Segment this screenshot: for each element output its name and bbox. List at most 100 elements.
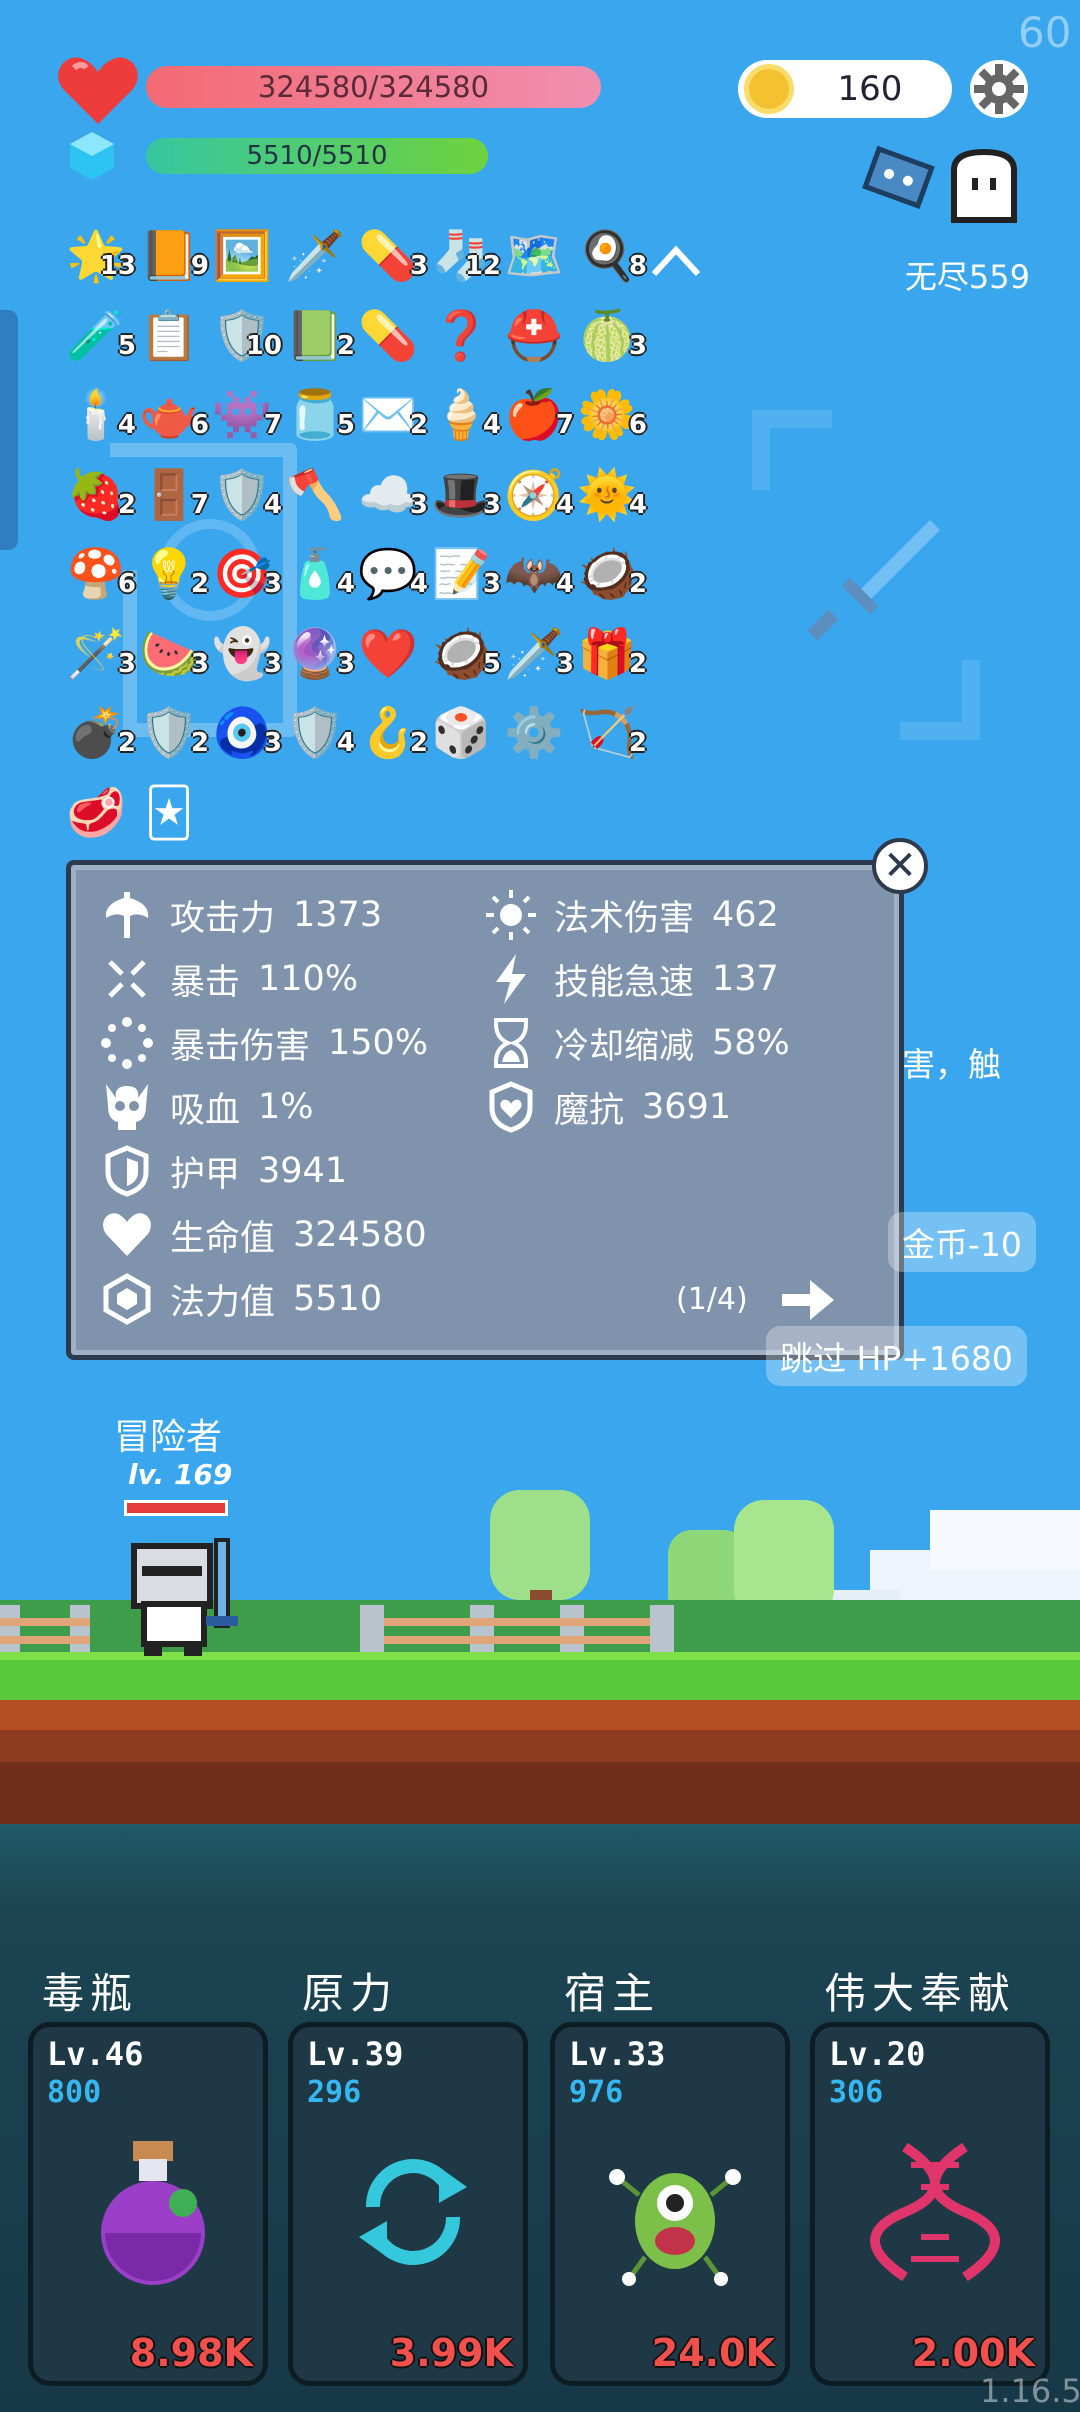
stat-row: 暴击伤害 150% [100,1016,428,1070]
inventory-item[interactable]: 🌞 4 [573,461,647,529]
skill-1-icon [83,2137,223,2287]
inventory-item[interactable]: 🪄 3 [62,620,136,688]
skill-level: Lv.39 [307,2035,404,2073]
inventory-item[interactable]: ❤️ [354,620,422,688]
skill-card[interactable]: Lv.39 296 3.99K [288,2022,528,2386]
item-count: 2 [628,728,647,758]
collapse-chevron-up-icon[interactable] [648,240,704,280]
page-indicator: (1/4) [676,1282,748,1317]
inventory-item[interactable]: 💡 2 [135,540,209,608]
inventory-item[interactable]: 💬 4 [354,540,428,608]
inventory-item[interactable]: 🧦 12 [427,222,501,290]
inventory-item[interactable]: ☁️ 3 [354,461,428,529]
ghost-menu-icon[interactable] [944,146,1024,224]
inventory-item[interactable]: 📙 9 [135,222,209,290]
settings-gear-icon[interactable] [968,58,1030,120]
knight-hero-sprite[interactable] [120,1536,246,1658]
robot-icon[interactable] [860,144,940,214]
inventory-item[interactable]: 🗡️ [281,222,349,290]
inventory-item[interactable]: 🛡️ 10 [208,302,282,370]
inventory-item[interactable]: 🗡️ 3 [500,620,574,688]
item-icon: 🗡️ [504,625,564,682]
inventory-item[interactable]: 🛡️ 4 [208,461,282,529]
inventory-item[interactable]: 🍉 3 [135,620,209,688]
inventory-item[interactable]: 🫖 6 [135,381,209,449]
inventory-item[interactable]: 🍓 2 [62,461,136,529]
inventory-item[interactable]: 🛡️ 2 [135,699,209,767]
inventory-item[interactable]: 🍄 6 [62,540,136,608]
inventory-item[interactable]: 💣 2 [62,699,136,767]
inventory-item[interactable]: 🦇 4 [500,540,574,608]
stat-row: 攻击力 1373 [100,888,382,942]
inventory-item[interactable]: 🛡️ 4 [281,699,355,767]
close-button[interactable]: ✕ [872,838,928,894]
item-icon: ✉️ [358,387,418,443]
stat-value: 3941 [258,1151,348,1191]
skill-card[interactable]: Lv.33 976 24.0K [550,2022,790,2386]
inventory-item[interactable]: 🧿 3 [208,699,282,767]
inventory-item[interactable]: 🪝 2 [354,699,428,767]
inventory-item[interactable]: 🧴 4 [281,540,355,608]
item-count: 3 [409,251,428,281]
item-icon: ❤️ [358,625,418,682]
inventory-item[interactable]: 🎲 [427,699,495,767]
inventory-item[interactable]: 🚪 7 [135,461,209,529]
next-page-arrow-icon[interactable] [780,1276,836,1324]
skill-card[interactable]: Lv.46 800 8.98K [28,2022,268,2386]
item-count: 6 [628,410,647,440]
item-icon: 🍳 [577,228,637,284]
inventory-item[interactable]: 🎩 3 [427,461,501,529]
inventory-item[interactable]: 💊 3 [354,222,428,290]
item-count: 10 [245,330,282,361]
inventory-item[interactable]: 🃏 [135,779,203,847]
stat-label: 法力值 [170,1282,276,1323]
inventory-item[interactable]: 🖼️ [208,222,276,290]
crit-icon [100,952,154,1006]
inventory-item[interactable]: 🎯 3 [208,540,282,608]
inventory-item[interactable]: 🥥 5 [427,620,501,688]
side-drawer-tab[interactable] [0,310,18,550]
inventory-item[interactable]: 🗺️ [500,222,568,290]
stat-value: 137 [712,959,779,999]
skill-cost: 800 [47,2075,102,2110]
lightning-icon [484,952,538,1006]
inventory-item[interactable]: 🕯️ 4 [62,381,136,449]
stat-label: 吸血 [170,1090,241,1131]
item-icon: 💊 [358,228,418,284]
inventory-item[interactable]: 💊 [354,302,422,370]
inventory-item[interactable]: 🧪 5 [62,302,136,370]
item-icon: 🫖 [139,387,199,443]
inventory-item[interactable]: 📋 [135,302,203,370]
inventory-item[interactable]: ❓ [427,302,495,370]
item-count: 7 [555,410,574,440]
inventory-item[interactable]: 🍎 7 [500,381,574,449]
item-icon: 🎩 [431,466,491,523]
inventory-item[interactable]: ⛑️ [500,302,568,370]
inventory-item[interactable]: 🏹 2 [573,699,647,767]
item-icon: 🛡️ [212,466,272,523]
inventory-item[interactable]: 🌟 13 [62,222,136,290]
inventory-item[interactable]: 🥩 [62,779,130,847]
item-icon: 🍄 [66,546,126,602]
inventory-item[interactable]: 🌼 6 [573,381,647,449]
inventory-item[interactable]: 🍈 3 [573,302,647,370]
target-corner-decoration [752,410,832,490]
inventory-item[interactable]: 📗 2 [281,302,355,370]
inventory-item[interactable]: 🧭 4 [500,461,574,529]
mp-bar: 5510/5510 [146,138,488,174]
inventory-item[interactable]: 🔮 3 [281,620,355,688]
inventory-item[interactable]: 🪓 [281,461,349,529]
inventory-item[interactable]: 🎁 2 [573,620,647,688]
inventory-item[interactable]: 🫙 5 [281,381,355,449]
inventory-item[interactable]: ✉️ 2 [354,381,428,449]
inventory-item[interactable]: 🍦 4 [427,381,501,449]
inventory-item[interactable]: 📝 3 [427,540,501,608]
inventory-item[interactable]: 🍳 8 [573,222,647,290]
inventory-item[interactable]: 👻 3 [208,620,282,688]
inventory-item[interactable]: 🥥 2 [573,540,647,608]
inventory-item[interactable]: 👾 7 [208,381,282,449]
item-icon: 💡 [139,546,199,602]
inventory-item[interactable]: ⚙️ [500,699,568,767]
skill-card[interactable]: Lv.20 306 2.00K [810,2022,1050,2386]
item-count: 3 [263,728,282,758]
